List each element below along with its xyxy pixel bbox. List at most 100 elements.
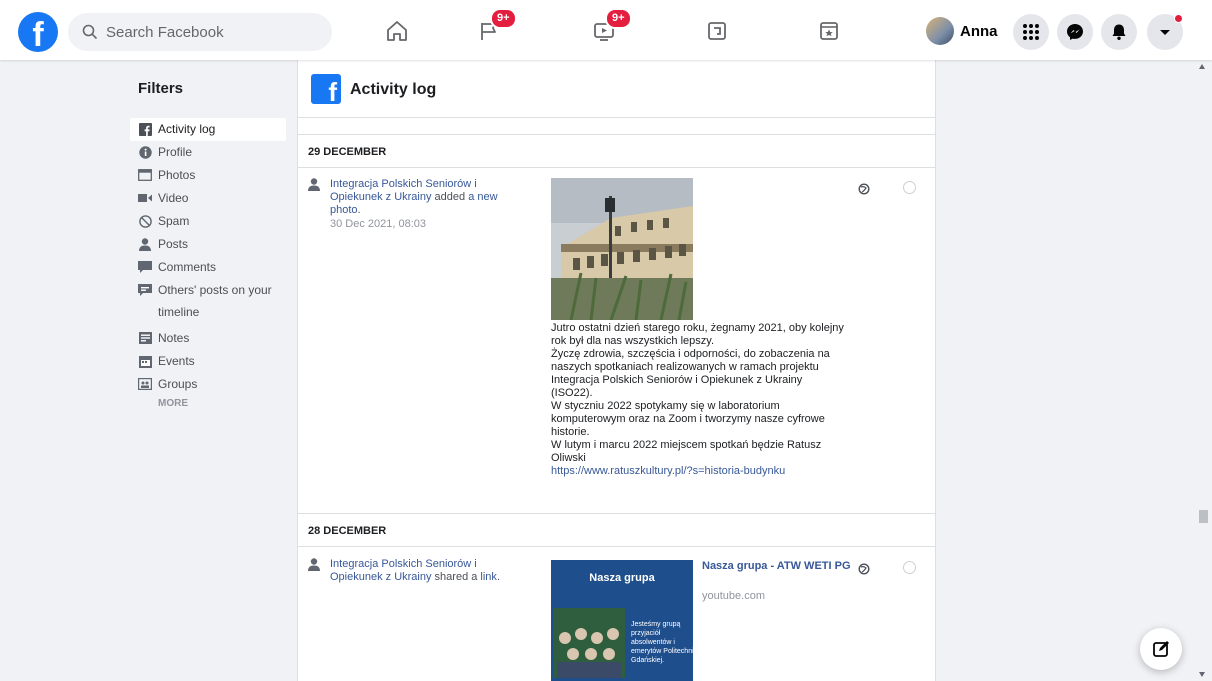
filter-comments[interactable]: Comments: [130, 256, 286, 279]
activity-log-header: f Activity log: [298, 60, 935, 118]
video-icon: [138, 191, 152, 205]
caret-down-icon: [1160, 30, 1170, 35]
post-text-line: Jutro ostatni dzień starego roku, żegnam…: [551, 322, 844, 347]
pages-tab[interactable]: 9+: [472, 8, 517, 48]
filter-notes[interactable]: Notes: [130, 327, 286, 350]
new-message-button[interactable]: [1140, 628, 1182, 670]
page-title: Activity log: [350, 81, 437, 98]
facebook-logo[interactable]: f: [18, 12, 58, 52]
privacy-globe-icon[interactable]: [858, 563, 870, 575]
profile-button[interactable]: Anna: [926, 17, 998, 45]
person-icon: [138, 237, 152, 251]
watch-tab[interactable]: 9+: [587, 8, 632, 48]
facebook-icon: [138, 122, 152, 136]
filters-more-link[interactable]: MORE: [130, 398, 286, 409]
home-tab[interactable]: [380, 14, 414, 48]
thumbnail-text: Jesteśmy grupą przyjaciół absolwentów i …: [631, 621, 693, 664]
search-icon: [82, 24, 98, 40]
post-text: Jutro ostatni dzień starego roku, żegnam…: [551, 322, 846, 478]
filter-label: Events: [158, 354, 195, 368]
link-domain: youtube.com: [702, 590, 765, 602]
post-photo[interactable]: [551, 178, 693, 320]
thumbnail-title: Nasza grupa: [589, 572, 655, 584]
events-icon: [138, 354, 152, 368]
photos-icon: [138, 168, 152, 182]
spam-icon: [138, 214, 152, 228]
select-entry-radio[interactable]: [903, 181, 916, 194]
scroll-up-arrow-icon[interactable]: [1199, 64, 1205, 69]
scrollbar-thumb[interactable]: [1199, 510, 1208, 523]
account-button[interactable]: [1147, 14, 1183, 50]
messenger-button[interactable]: [1057, 14, 1093, 50]
comment-icon: [138, 260, 152, 274]
info-icon: [138, 145, 152, 159]
activity-verb: added: [431, 191, 469, 203]
section-date: 29 DECEMBER: [308, 146, 387, 158]
activity-period: .: [357, 204, 361, 216]
profile-name: Anna: [960, 22, 998, 40]
notifications-button[interactable]: [1101, 14, 1137, 50]
filter-groups[interactable]: Groups: [130, 373, 286, 396]
filter-posts[interactable]: Posts: [130, 233, 286, 256]
groups-icon: [708, 22, 726, 40]
filter-video[interactable]: Video: [130, 187, 286, 210]
link-thumbnail[interactable]: Nasza grupa Jesteśmy grupą przyjaciół ab…: [551, 560, 693, 681]
search-input[interactable]: [106, 23, 316, 41]
filter-photos[interactable]: Photos: [130, 164, 286, 187]
post-text-line: W lutym i marcu 2022 miejscem spotkań bę…: [551, 439, 822, 464]
filter-label: Posts: [158, 237, 189, 251]
section-date: 28 DECEMBER: [308, 525, 387, 537]
notification-dot: [1174, 14, 1183, 23]
link-title[interactable]: Nasza grupa - ATW WETI PG: [702, 560, 852, 573]
filter-spam[interactable]: Spam: [130, 210, 286, 233]
filter-label: Activity log: [158, 122, 216, 136]
filter-label: Spam: [158, 214, 190, 228]
person-icon: [308, 178, 320, 191]
filter-activity-log[interactable]: Activity log: [130, 118, 286, 141]
pages-badge: 9+: [490, 8, 517, 29]
groups-icon: [138, 377, 152, 391]
activity-description: Integracja Polskich Seniorów i Opiekunek…: [308, 178, 518, 231]
filter-label: Notes: [158, 331, 190, 345]
filter-others-posts[interactable]: Others' posts on your timeline: [130, 279, 286, 327]
search-box[interactable]: [68, 13, 332, 51]
privacy-globe-icon[interactable]: [858, 183, 870, 195]
watch-badge: 9+: [605, 8, 632, 29]
post-text-line: W styczniu 2022 spotykamy się w laborato…: [551, 400, 825, 438]
filter-events[interactable]: Events: [130, 350, 286, 373]
shared-link[interactable]: link: [480, 571, 497, 583]
facebook-logo: f: [311, 74, 341, 104]
activity-log-panel: f Activity log 29 DECEMBER Integracja Po…: [297, 60, 936, 681]
others-posts-icon: [138, 283, 152, 297]
filter-label: Video: [158, 191, 189, 205]
post-url-link[interactable]: https://www.ratuszkultury.pl/?s=historia…: [551, 465, 846, 478]
home-icon: [387, 21, 407, 41]
grid-menu-icon: [1023, 24, 1039, 40]
filter-profile[interactable]: Profile: [130, 141, 286, 164]
gaming-tab[interactable]: [812, 14, 846, 48]
filter-label: Groups: [158, 377, 198, 391]
filter-label: Comments: [158, 260, 217, 274]
filter-label: Photos: [158, 168, 196, 182]
post-text-line: Życzę zdrowia, szczęścia i odporności, d…: [551, 348, 830, 399]
date-section-header: 29 DECEMBER: [298, 134, 935, 168]
activity-verb: shared a: [431, 571, 481, 583]
filter-label: Profile: [158, 145, 193, 159]
page-scrollbar[interactable]: [1195, 60, 1212, 681]
groups-tab[interactable]: [700, 14, 734, 48]
gaming-icon: [820, 22, 838, 40]
bell-icon: [1112, 24, 1126, 40]
activity-timestamp: 30 Dec 2021, 08:03: [330, 218, 427, 230]
activity-period: .: [496, 571, 500, 583]
group-photo: [553, 608, 625, 678]
avatar: [926, 17, 954, 45]
person-icon: [308, 558, 320, 571]
select-entry-radio[interactable]: [903, 561, 916, 574]
filter-list: Activity log Profile Photos Video Spam P…: [130, 118, 286, 409]
scroll-down-arrow-icon[interactable]: [1199, 672, 1205, 677]
building-photo: [551, 178, 693, 320]
top-navigation-bar: f 9+ 9+ Anna: [0, 0, 1212, 60]
date-section-header: 28 DECEMBER: [298, 513, 935, 547]
activity-description: Integracja Polskich Seniorów i Opiekunek…: [308, 558, 518, 584]
menu-button[interactable]: [1013, 14, 1049, 50]
